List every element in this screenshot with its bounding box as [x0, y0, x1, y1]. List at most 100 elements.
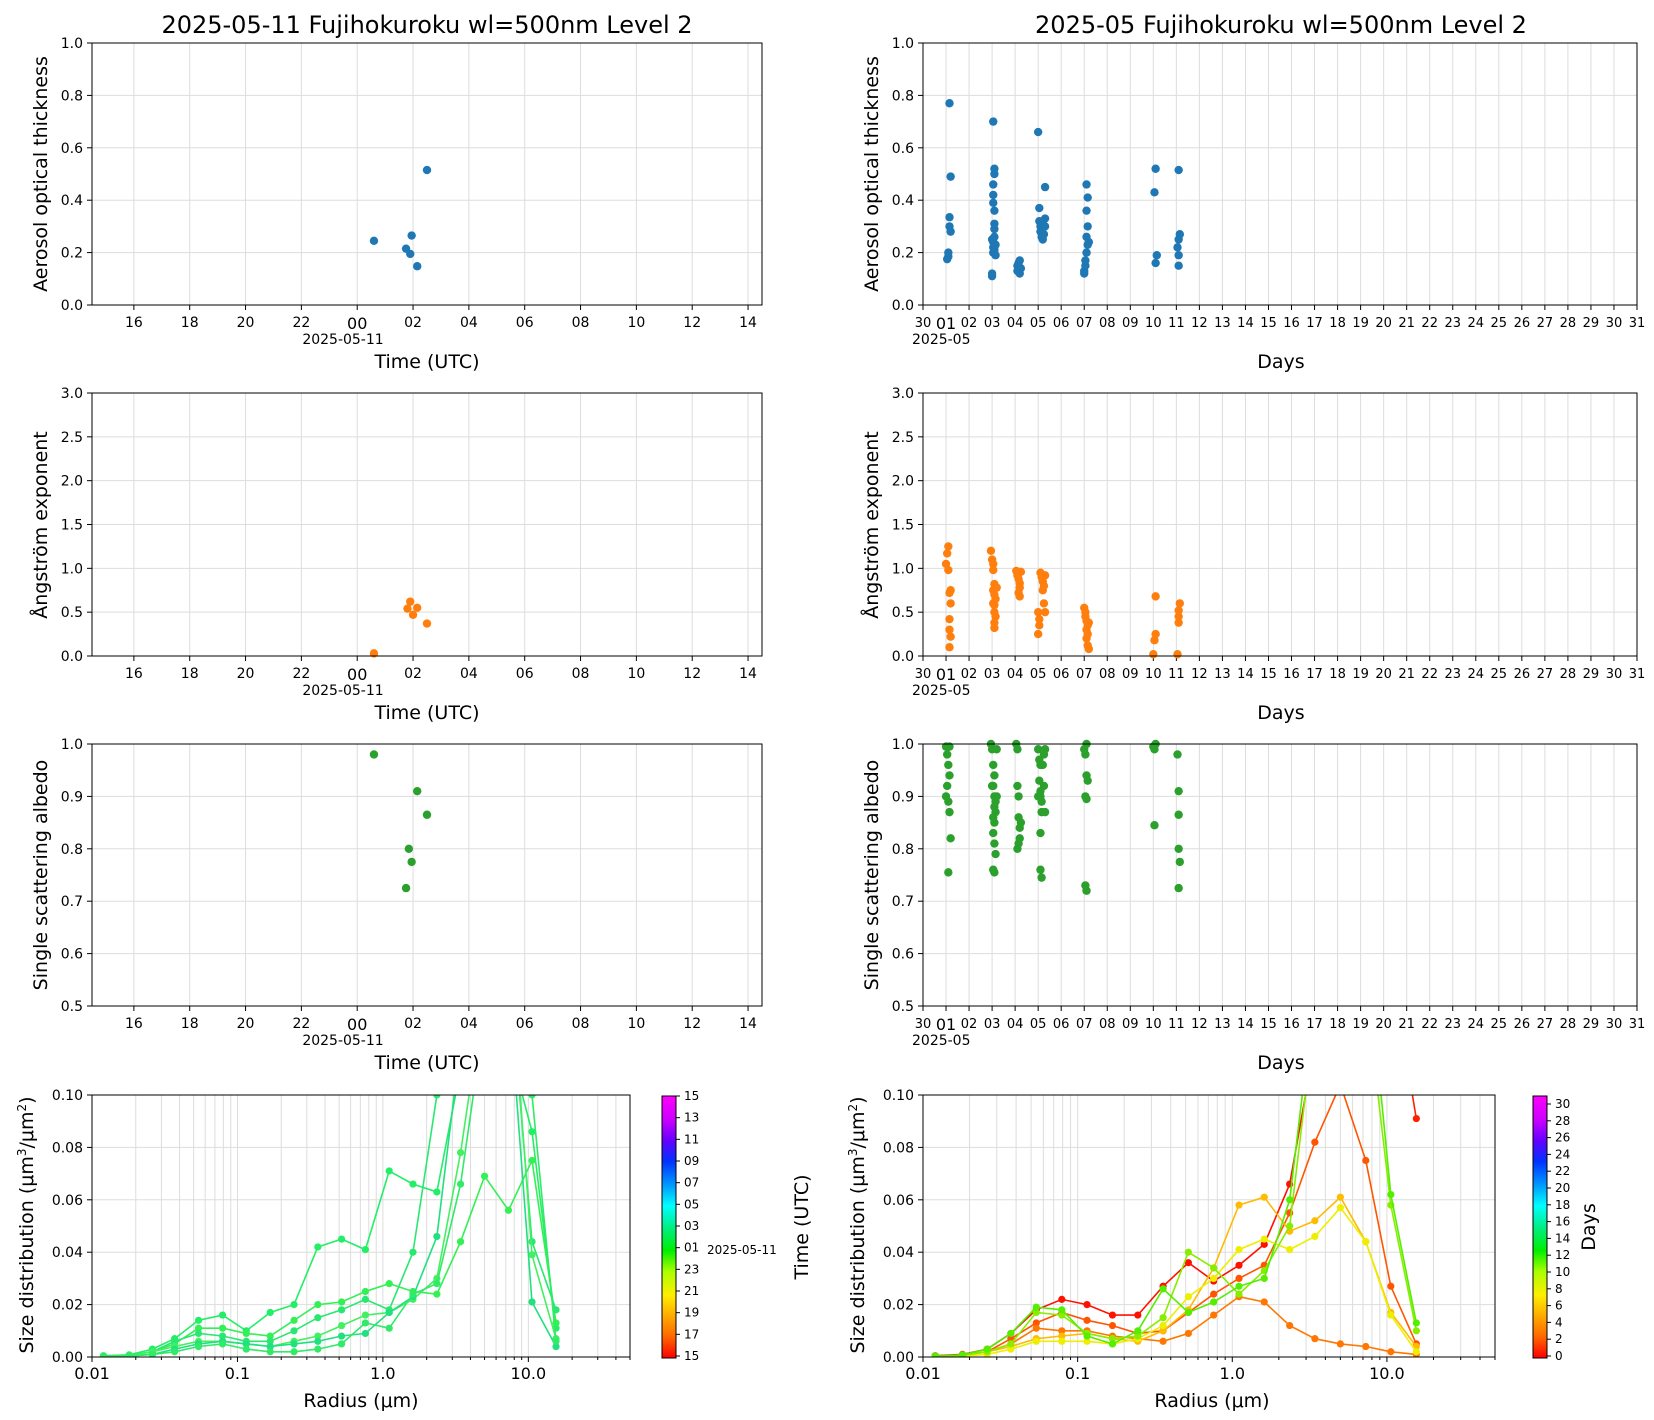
daily-angstrom-ytick-label: 0.0: [61, 649, 83, 665]
monthly-ssa-xtick-label: 21: [1398, 1017, 1415, 1032]
monthly-aot-data-point: [1152, 251, 1161, 260]
daily-size-dist-data-point: [433, 1290, 441, 1298]
monthly-ssa-data-point: [991, 807, 1000, 817]
monthly-angstrom-xtick-label: 30: [915, 667, 932, 682]
monthly-size-dist-data-point: [1286, 1196, 1294, 1204]
monthly-size-dist-data-point: [1387, 1348, 1395, 1356]
monthly-ssa-data-point: [1039, 781, 1049, 791]
monthly-angstrom-data-point: [1015, 592, 1024, 601]
monthly-ssa-data-point: [1013, 781, 1022, 791]
monthly-aot-xtick-label: 06: [1053, 316, 1070, 331]
daily-size-dist-data-point: [290, 1340, 298, 1348]
daily-angstrom-xtick-label: 14: [739, 666, 757, 682]
daily-size-dist-data-point: [266, 1348, 274, 1356]
daily-ssa-xtick-label: 14: [739, 1016, 757, 1032]
colorbar-tick-label: 22: [1555, 1164, 1570, 1178]
monthly-angstrom-xtick-label: 09: [1122, 667, 1139, 682]
monthly-angstrom-xtick-label: 15: [1260, 667, 1277, 682]
daily-aot-ytick-label: 0.8: [61, 88, 83, 104]
monthly-size-dist-data-point: [1184, 1308, 1192, 1317]
monthly-size-dist-data-point: [1311, 1335, 1319, 1343]
monthly-ssa-data-point: [992, 792, 1001, 801]
daily-size-dist-xtick-label: 1.0: [370, 1364, 395, 1383]
daily-aot-date-label: 2025-05-11: [302, 332, 383, 348]
monthly-size-dist-data-point: [1134, 1327, 1142, 1335]
daily-size-dist-ytick-label: 0.04: [52, 1245, 83, 1261]
monthly-aot-xtick-label: 25: [1491, 316, 1508, 331]
monthly-size-dist-data-point: [1235, 1245, 1243, 1254]
daily-ssa-ytick-label: 0.5: [61, 999, 83, 1015]
monthly-angstrom-xtick-label: 28: [1560, 667, 1577, 682]
daily-ssa-data-point: [401, 883, 411, 893]
daily-aot-xlabel: Time (UTC): [373, 351, 479, 373]
colorbar-tick-label: 10: [1555, 1265, 1570, 1279]
daily-aot-xtick-label: 10: [627, 315, 645, 331]
monthly-ssa-xtick-label: 24: [1468, 1017, 1485, 1032]
monthly-angstrom-xtick-label: 31: [1629, 667, 1646, 682]
monthly-aot-data-point: [1015, 269, 1024, 278]
daily-aot-ytick-label: 0.2: [61, 246, 83, 262]
colorbar-tick-label: 03: [684, 1219, 699, 1233]
monthly-ssa-xtick-label: 03: [984, 1017, 1001, 1032]
colorbar-tick-label: 17: [684, 1327, 699, 1341]
daily-size-dist-data-point: [171, 1348, 179, 1356]
monthly-ssa-data-point: [1083, 776, 1092, 785]
monthly-angstrom-xtick-label: 27: [1537, 667, 1554, 682]
monthly-size-dist-data-point: [1235, 1282, 1243, 1290]
daily-angstrom-date-label: 2025-05-11: [302, 683, 383, 699]
monthly-size-dist-ytick-label: 0.10: [883, 1088, 914, 1104]
monthly-size-dist-data-point: [1159, 1337, 1167, 1345]
monthly-ssa-xtick-label: 31: [1629, 1017, 1646, 1032]
daily-size-dist-data-point: [125, 1352, 133, 1357]
monthly-size-dist-data-point: [1412, 1348, 1420, 1356]
monthly-size-distribution-panel: 0.01 0.1 1.0 10.0 0.00 0.02 0.04 0.06 0.08 0.10: [883, 1088, 1496, 1383]
daily-size-dist-data-point: [385, 1280, 393, 1288]
monthly-aot-xtick-label: 19: [1352, 316, 1369, 331]
colorbar-tick-label: 23: [684, 1262, 699, 1276]
monthly-ssa-data-point: [991, 849, 1000, 859]
daily-size-dist-data-point: [361, 1311, 369, 1319]
monthly-ssa-axes-frame: [922, 743, 1638, 1007]
monthly-aot-xtick-label: 10: [1145, 316, 1162, 331]
monthly-angstrom-xtick-label: 10: [1145, 667, 1162, 682]
daily-size-dist-data-point: [361, 1295, 369, 1303]
monthly-size-dist-xtick-label: 10.0: [1369, 1364, 1405, 1383]
monthly-aot-xlabel: Days: [1257, 351, 1304, 373]
daily-size-dist-data-point: [361, 1329, 369, 1338]
monthly-aot-xtick-label: 09: [1122, 316, 1139, 331]
monthly-aot-data-point: [1151, 164, 1160, 173]
daily-aot-xtick-label: 12: [683, 315, 701, 331]
monthly-aot-xtick-label: 13: [1214, 316, 1231, 331]
daily-aot-panel: 16 18 20 22 00 02 04 06 08 10 12 14 0.0 0.2 0.4 0.6 0.8 1…: [61, 36, 763, 333]
monthly-ssa-xtick-label: 27: [1537, 1017, 1554, 1032]
monthly-angstrom-data-point: [1016, 567, 1026, 577]
monthly-aot-data-point: [1038, 216, 1047, 226]
monthly-angstrom-data-point: [1175, 599, 1185, 608]
monthly-ssa-data-point: [987, 781, 997, 791]
colorbar-tick-label: 11: [684, 1132, 699, 1146]
monthly-size-dist-xtick-label: 0.01: [905, 1364, 941, 1383]
daily-aot-data-point: [422, 165, 432, 175]
monthly-angstrom-data-point: [944, 542, 953, 551]
monthly-angstrom-ytick-label: 0.0: [892, 649, 914, 665]
monthly-angstrom-xtick-label: 07: [1076, 667, 1093, 682]
daily-aot-xtick-label: 08: [572, 315, 590, 331]
monthly-aot-xtick-label: 12: [1191, 316, 1208, 331]
monthly-ssa-data-point: [1174, 883, 1183, 893]
monthly-aot-xtick-label: 27: [1537, 316, 1554, 331]
daily-size-dist-data-point: [433, 1188, 441, 1196]
daily-size-dist-data-point: [385, 1324, 393, 1332]
daily-aot-xtick-label: 16: [125, 315, 143, 331]
daily-size-dist-data-point: [194, 1342, 203, 1351]
daily-aot-ytick-label: 0.0: [61, 298, 83, 314]
daily-angstrom-xtick-label: 16: [125, 666, 143, 682]
monthly-size-dist-data-point: [1210, 1298, 1218, 1306]
daily-size-dist-data-point: [290, 1327, 298, 1335]
daily-aot-ylabel: Aerosol optical thickness: [30, 56, 52, 292]
monthly-aot-data-point: [989, 180, 998, 189]
monthly-size-dist-ytick-label: 0.06: [883, 1193, 914, 1209]
monthly-angstrom-data-point: [1040, 607, 1050, 617]
monthly-ssa-data-point: [1040, 807, 1050, 817]
colorbar-tick-label: 21: [684, 1284, 699, 1298]
colorbar-tick-label: 6: [1555, 1299, 1563, 1313]
